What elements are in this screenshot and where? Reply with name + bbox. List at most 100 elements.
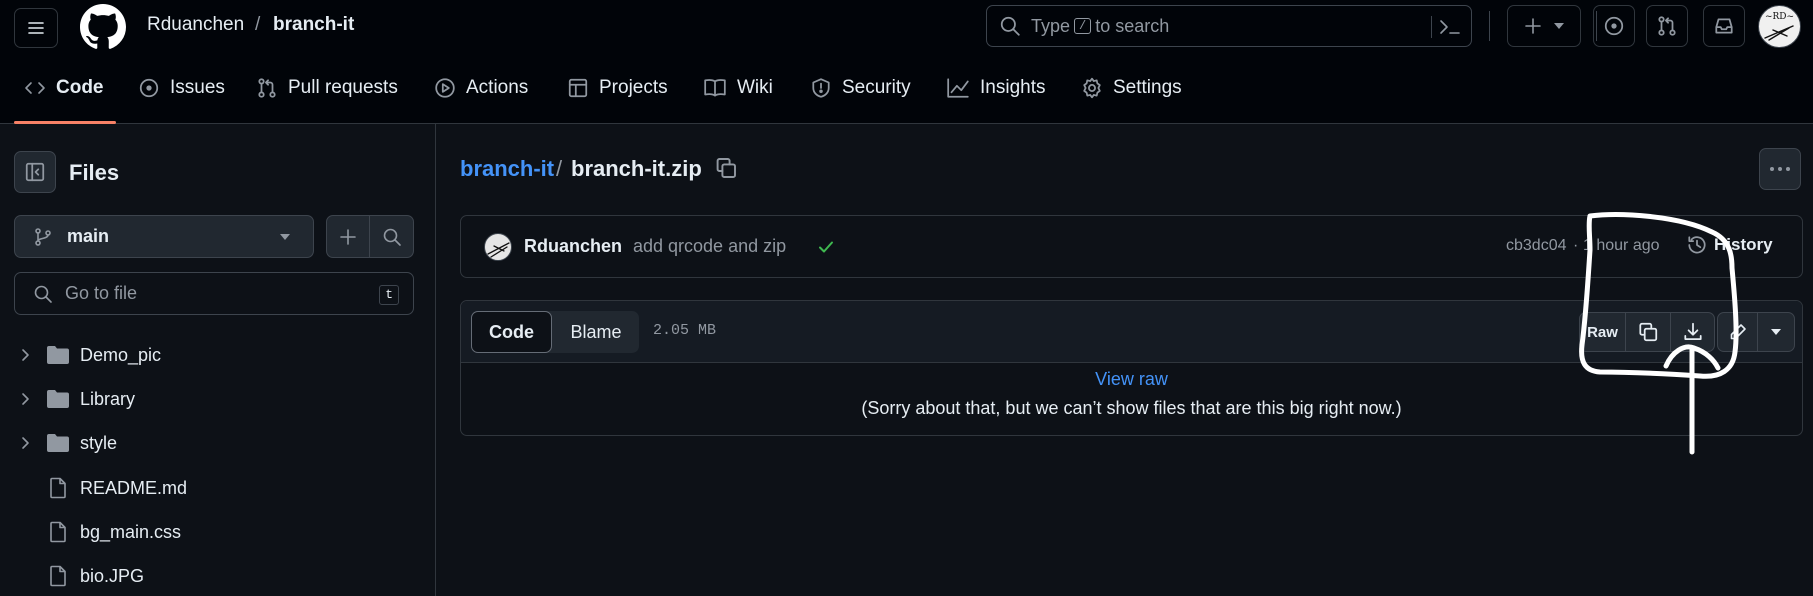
tab-wiki[interactable]: Wiki: [703, 52, 773, 124]
issue-opened-icon: [1604, 16, 1624, 36]
copy-raw-button[interactable]: [1626, 313, 1671, 351]
branch-selector[interactable]: main: [14, 215, 314, 258]
tab-label: Issues: [170, 77, 225, 98]
view-raw-link[interactable]: View raw: [461, 369, 1802, 390]
download-icon: [1683, 322, 1702, 341]
tree-item-file[interactable]: README.md: [0, 469, 187, 507]
search-input[interactable]: Type / to search: [986, 5, 1472, 47]
commit-time: 1 hour ago: [1583, 237, 1660, 254]
copy-icon: [1639, 322, 1658, 342]
tab-label: Code: [56, 77, 104, 98]
download-raw-button[interactable]: [1671, 313, 1714, 351]
history-button[interactable]: History: [1686, 234, 1773, 256]
sidebar-collapse-icon: [25, 162, 45, 182]
file-icon: [50, 477, 66, 499]
inbox-button[interactable]: [1703, 5, 1745, 47]
shield-icon: [812, 78, 830, 98]
tree-item-folder[interactable]: style: [0, 424, 117, 462]
copy-path-button[interactable]: [714, 156, 738, 180]
go-to-file-input[interactable]: Go to file t: [14, 272, 414, 315]
graph-icon: [947, 78, 969, 98]
caret-down-icon: [1554, 23, 1564, 29]
edit-file-button[interactable]: [1718, 313, 1758, 351]
commit-message[interactable]: add qrcode and zip: [633, 236, 786, 257]
commit-author[interactable]: Rduanchen: [524, 236, 622, 257]
tab-code[interactable]: Code: [24, 52, 104, 124]
git-branch-icon: [35, 227, 51, 246]
issues-button[interactable]: [1593, 5, 1635, 47]
path-repo-link[interactable]: branch-it: [460, 156, 554, 182]
path-separator: /: [556, 156, 563, 181]
tab-security[interactable]: Security: [810, 52, 911, 124]
history-icon: [1688, 236, 1706, 254]
tab-projects[interactable]: Projects: [567, 52, 668, 124]
github-logo[interactable]: [80, 4, 126, 50]
tree-item-label: README.md: [80, 477, 188, 498]
code-view-label: Code: [489, 321, 534, 342]
pull-request-icon: [258, 78, 276, 98]
branch-name: main: [67, 226, 110, 246]
tab-label: Wiki: [737, 77, 773, 98]
tree-item-label: bg_main.css: [80, 521, 182, 542]
raw-button[interactable]: Raw: [1580, 313, 1626, 351]
commit-sha[interactable]: cb3dc04: [1506, 237, 1567, 255]
create-new-button[interactable]: [1507, 5, 1581, 47]
pull-requests-button[interactable]: [1646, 5, 1688, 47]
more-options-button[interactable]: [1759, 148, 1801, 190]
tab-label: Security: [842, 77, 911, 98]
file-icon: [50, 521, 66, 543]
command-palette-divider: [1431, 16, 1432, 38]
history-label: History: [1714, 235, 1773, 254]
search-icon: [1000, 16, 1020, 36]
play-icon: [435, 78, 455, 98]
edit-file-group: [1717, 312, 1795, 352]
edit-dropdown-button[interactable]: [1758, 313, 1794, 351]
search-icon: [34, 285, 52, 303]
pencil-icon: [1730, 324, 1746, 340]
tab-label: Actions: [466, 77, 529, 98]
tree-item-file[interactable]: bg_main.css: [0, 513, 181, 551]
go-to-file-placeholder: Go to file: [65, 283, 138, 303]
tree-item-label: Library: [80, 388, 136, 409]
breadcrumb-repo[interactable]: branch-it: [273, 14, 354, 36]
sidebar-title: Files: [69, 160, 120, 185]
menu-button[interactable]: [14, 8, 58, 48]
tab-settings[interactable]: Settings: [1081, 52, 1182, 124]
commit-author-avatar[interactable]: [484, 233, 512, 261]
tree-item-folder[interactable]: Demo_pic: [0, 336, 161, 374]
check-icon: [819, 241, 833, 253]
tab-blame-view[interactable]: Blame: [555, 311, 637, 353]
book-icon: [704, 79, 726, 97]
collapse-sidebar-button[interactable]: [14, 151, 56, 193]
gear-icon: [1083, 77, 1101, 99]
kebab-horizontal-icon: [1770, 167, 1790, 171]
raw-label: Raw: [1587, 323, 1618, 341]
commit-dot: ·: [1573, 237, 1579, 254]
tab-insights[interactable]: Insights: [946, 52, 1045, 124]
add-file-button[interactable]: [327, 216, 370, 257]
tab-label: Insights: [980, 77, 1046, 98]
issue-icon: [139, 78, 159, 98]
avatar-sketch: [1764, 25, 1794, 41]
tab-issues[interactable]: Issues: [138, 52, 225, 124]
file-viewer: Code Blame 2.05 MB Raw View raw (Sorry a…: [460, 300, 1803, 436]
tab-label: Projects: [599, 77, 668, 98]
folder-icon: [47, 434, 69, 452]
hamburger-icon: [28, 22, 44, 34]
search-icon: [383, 228, 401, 246]
tab-code-view[interactable]: Code: [471, 311, 552, 353]
tree-item-file[interactable]: bio.JPG: [0, 557, 144, 595]
tree-item-folder[interactable]: Library: [0, 380, 135, 418]
breadcrumb-separator: /: [255, 14, 261, 35]
command-palette-icon[interactable]: [1438, 16, 1462, 38]
avatar-sketch: [487, 242, 510, 258]
search-files-button[interactable]: [370, 216, 413, 257]
file-icon: [50, 565, 66, 587]
breadcrumb-owner[interactable]: Rduanchen: [147, 14, 244, 36]
caret-down-icon: [280, 234, 290, 240]
tab-pull-requests[interactable]: Pull requests: [256, 52, 398, 124]
avatar[interactable]: ~RD~: [1758, 5, 1801, 48]
caret-down-icon: [1771, 329, 1781, 335]
tab-actions[interactable]: Actions: [434, 52, 528, 124]
path-file-name: branch-it.zip: [571, 156, 702, 181]
